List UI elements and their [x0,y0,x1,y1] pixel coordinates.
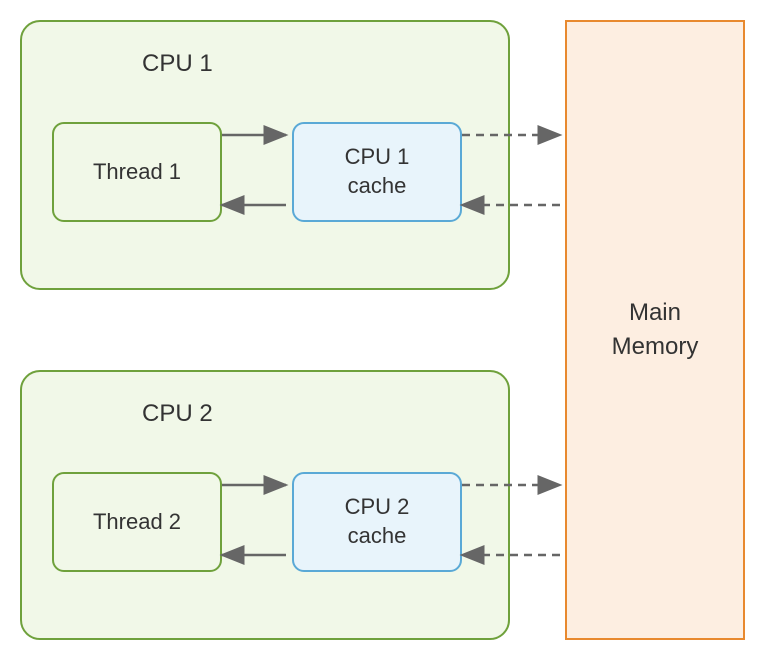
cpu1-title: CPU 1 [142,50,213,78]
cpu2-container: CPU 2 Thread 2 CPU 2cache [20,370,510,640]
cpu2-title: CPU 2 [142,400,213,428]
cpu2-cache-box: CPU 2cache [292,472,462,572]
cpu1-container: CPU 1 Thread 1 CPU 1cache [20,20,510,290]
cpu1-cache-box: CPU 1cache [292,122,462,222]
main-memory-box: MainMemory [565,20,745,640]
thread1-box: Thread 1 [52,122,222,222]
thread2-box: Thread 2 [52,472,222,572]
